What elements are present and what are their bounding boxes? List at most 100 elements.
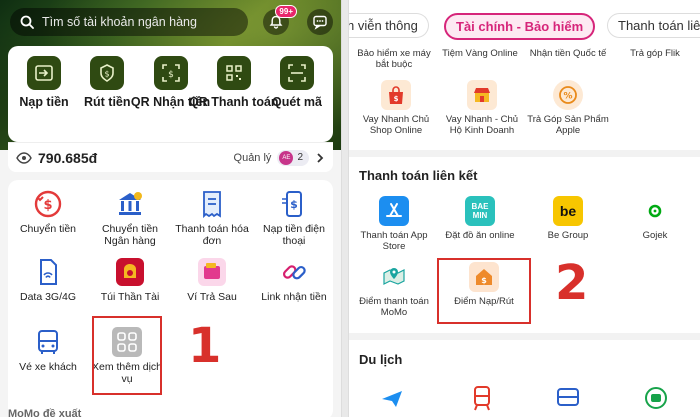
manage-chip: AE 2: [277, 149, 309, 166]
withdraw-icon: $: [90, 56, 125, 90]
chat-button[interactable]: [307, 9, 333, 35]
finance-item-flik[interactable]: Trả góp Flik: [612, 48, 698, 59]
manage-button[interactable]: Quản lý AE 2: [233, 149, 325, 166]
category-tabs: h viễn thông Tài chính - Bảo hiểm Thanh …: [349, 0, 700, 46]
phone-topup-icon: $: [278, 188, 310, 220]
finance-item-loan-business[interactable]: Vay Nhanh - Chủ Hộ Kinh Doanh: [439, 80, 525, 136]
service-payment-link[interactable]: Link nhận tiền: [252, 256, 336, 303]
finance-item-label: Vay Nhanh - Chủ Hộ Kinh Doanh: [445, 114, 519, 136]
airplane-icon: [382, 391, 402, 407]
gojek-icon: [640, 196, 670, 226]
data-sim-icon: [32, 256, 64, 288]
bus-travel-icon: [557, 388, 579, 406]
tab-linked-payment[interactable]: Thanh toán liên: [607, 13, 700, 38]
loan-shop-icon: $: [381, 80, 411, 110]
service-label: Chuyển tiền Ngân hàng: [101, 223, 159, 247]
search-placeholder: Tìm số tài khoản ngân hàng: [42, 15, 197, 29]
quick-action-scan[interactable]: Quét mã: [267, 56, 327, 142]
service-label: Thanh toán hóa đơn: [175, 223, 249, 247]
service-label: Data 3G/4G: [19, 291, 77, 303]
quick-action-label: QR Thanh toán: [188, 95, 279, 109]
travel-bus[interactable]: [555, 385, 581, 411]
finance-item-motorbike-insurance[interactable]: Bảo hiểm xe máy bắt buộc: [351, 48, 437, 70]
quick-action-qr-pay[interactable]: QR Thanh toán: [189, 56, 279, 142]
svg-text:$: $: [394, 95, 399, 103]
be-icon: be: [553, 196, 583, 226]
travel-train[interactable]: [469, 385, 495, 411]
travel-more[interactable]: [643, 385, 669, 411]
service-label: Chuyển tiền: [19, 223, 77, 235]
finance-item-label: Vay Nhanh Chủ Shop Online: [362, 114, 430, 136]
bill-icon: [196, 188, 228, 220]
highlight-box-cash-point: [437, 258, 531, 324]
service-bank-transfer[interactable]: Chuyển tiền Ngân hàng: [88, 188, 172, 247]
travel-flight[interactable]: [379, 385, 405, 411]
linked-item-label: Đặt đồ ăn online: [445, 230, 515, 241]
right-panel: h viễn thông Tài chính - Bảo hiểm Thanh …: [349, 0, 700, 417]
transfer-icon: $: [32, 188, 64, 220]
finance-item-loan-shop[interactable]: $ Vay Nhanh Chủ Shop Online: [353, 80, 439, 136]
search-icon: [20, 15, 34, 29]
service-bus-ticket[interactable]: Vé xe khách: [6, 326, 90, 373]
paylater-wallet-icon: [196, 256, 228, 288]
finance-item-label: Tiệm Vàng Online: [442, 48, 518, 59]
service-label: Ví Trả Sau: [187, 291, 237, 303]
linked-payment-title: Thanh toán liên kết: [359, 168, 478, 183]
tab-finance-insurance[interactable]: Tài chính - Bảo hiểm: [444, 13, 596, 40]
chat-icon: [313, 15, 327, 30]
service-data[interactable]: Data 3G/4G: [6, 256, 90, 303]
baemin-logo-text: BAE MIN: [471, 202, 489, 220]
service-paylater[interactable]: Ví Trả Sau: [170, 256, 254, 303]
linked-item-gojek[interactable]: Gojek: [612, 196, 698, 241]
avatar: AE: [279, 150, 294, 165]
svg-text:$: $: [43, 198, 52, 213]
travel-more-icon: [645, 387, 667, 409]
linked-item-label: Thanh toán App Store: [360, 230, 428, 252]
tab-telecom[interactable]: h viễn thông: [349, 13, 429, 38]
notification-button[interactable]: 99+: [263, 5, 297, 35]
quick-action-label: Nạp tiền: [19, 95, 69, 109]
panel-divider: [341, 0, 349, 417]
search-bar[interactable]: Tìm số tài khoản ngân hàng: [10, 8, 248, 36]
balance-value: 790.685đ: [38, 149, 98, 166]
finance-item-gold[interactable]: Tiệm Vàng Online: [437, 48, 523, 59]
quick-action-withdraw[interactable]: $ Rút tiền: [77, 56, 137, 142]
finance-item-apple-installment[interactable]: % Trả Góp Sản Phẩm Apple: [525, 80, 611, 136]
quick-action-label: Quét mã: [271, 95, 322, 109]
svg-text:$: $: [290, 198, 298, 211]
service-wealth-bag[interactable]: Túi Thần Tài: [88, 256, 172, 303]
service-bill-payment[interactable]: Thanh toán hóa đơn: [170, 188, 254, 247]
manage-count: 2: [297, 152, 303, 163]
service-phone-topup[interactable]: $ Nạp tiền điện thoại: [252, 188, 336, 247]
svg-text:%: %: [563, 92, 572, 102]
quick-action-deposit[interactable]: Nạp tiền: [14, 56, 74, 142]
finance-item-label: Bảo hiểm xe máy bắt buộc: [357, 48, 431, 70]
app-store-icon: [379, 196, 409, 226]
finance-item-label: Trả góp Flik: [630, 48, 680, 59]
qr-receive-icon: $: [153, 56, 188, 90]
linked-item-momo-point[interactable]: Điểm thanh toán MoMo: [351, 262, 437, 318]
scan-icon: [280, 56, 314, 90]
service-label: Link nhận tiền: [261, 291, 327, 303]
link-icon: [278, 256, 310, 288]
left-panel: Tìm số tài khoản ngân hàng 99+ Nạp tiền …: [0, 0, 341, 417]
train-icon: [474, 386, 490, 411]
service-transfer[interactable]: $ Chuyển tiền: [6, 188, 90, 235]
service-label: Nạp tiền điện thoại: [263, 223, 325, 247]
deposit-icon: [27, 56, 61, 90]
highlight-box-more-services: [92, 316, 162, 395]
travel-title: Du lịch: [359, 352, 403, 367]
manage-label: Quản lý: [233, 151, 272, 164]
service-label: Túi Thần Tài: [100, 291, 160, 303]
linked-item-be-group[interactable]: be Be Group: [525, 196, 611, 241]
eye-icon[interactable]: [16, 151, 32, 164]
finance-item-intl-receive[interactable]: Nhận tiền Quốc tế: [525, 48, 611, 59]
linked-item-baemin[interactable]: BAE MIN Đặt đồ ăn online: [437, 196, 523, 241]
linked-item-app-store[interactable]: Thanh toán App Store: [351, 196, 437, 252]
step-number-2: 2: [555, 255, 589, 311]
installment-icon: %: [553, 80, 583, 110]
wealth-bag-icon: [114, 256, 146, 288]
balance-bar: 790.685đ Quản lý AE 2: [8, 142, 333, 172]
linked-item-label: Gojek: [642, 230, 668, 241]
linked-item-label: Be Group: [547, 230, 589, 241]
